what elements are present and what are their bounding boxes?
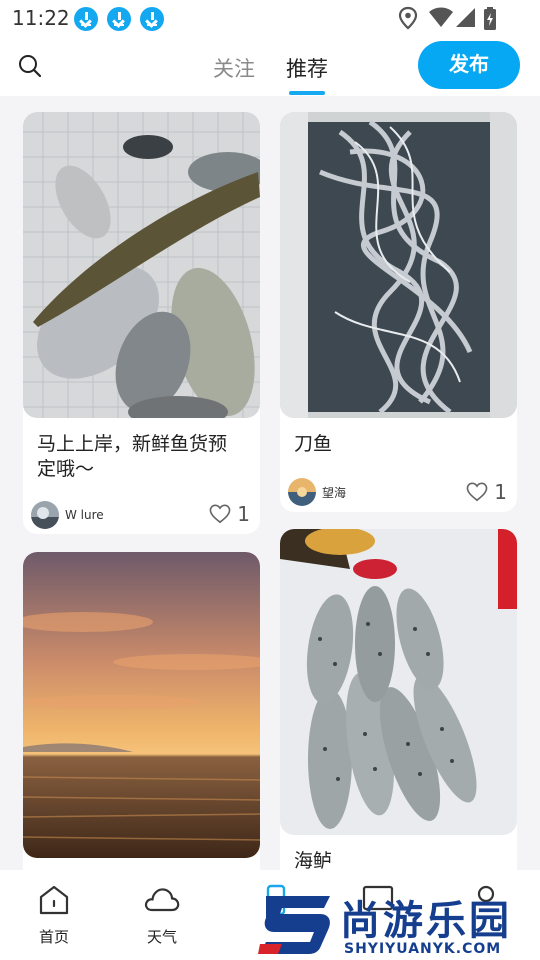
nav-label[interactable]: 天气: [132, 926, 192, 947]
card-author[interactable]: 望海: [288, 478, 346, 506]
battery-charging-icon: [484, 7, 496, 30]
nav-label[interactable]: 首页: [24, 926, 84, 947]
heart-icon[interactable]: [209, 504, 231, 524]
tab-follow[interactable]: 关注: [213, 53, 255, 83]
cloud-icon[interactable]: [143, 884, 181, 916]
feed-card[interactable]: [23, 552, 260, 882]
download-icon: [140, 7, 164, 31]
top-header: 关注 推荐 发布: [0, 38, 540, 96]
avatar[interactable]: [288, 478, 316, 506]
status-time: 11:22: [12, 6, 70, 30]
search-icon[interactable]: [18, 54, 42, 78]
feed-card[interactable]: 马上上岸，新鲜鱼货预定哦～ W lure 1: [23, 112, 260, 534]
like-button[interactable]: 1: [209, 502, 250, 526]
publish-button[interactable]: 发布: [418, 41, 520, 89]
location-icon: [398, 6, 418, 30]
like-button[interactable]: 1: [466, 480, 507, 504]
author-name[interactable]: 望海: [322, 484, 346, 501]
site-watermark: 尚游乐园 SHYIYUANYK.COM: [258, 888, 540, 960]
download-icon: [107, 7, 131, 31]
avatar[interactable]: [31, 501, 59, 529]
card-title[interactable]: 马上上岸，新鲜鱼货预定哦～: [37, 432, 245, 482]
feed-card[interactable]: 刀鱼 望海 1: [280, 112, 517, 512]
feed-card[interactable]: 海鲈: [280, 529, 517, 889]
nav-weather[interactable]: 天气: [132, 884, 192, 947]
card-image-hairtail[interactable]: [280, 112, 517, 418]
home-icon[interactable]: [37, 884, 71, 916]
watermark-logo-icon: [258, 896, 330, 954]
card-image-fish-net[interactable]: [23, 112, 260, 418]
watermark-url: SHYIYUANYK.COM: [344, 941, 502, 957]
like-count: 1: [494, 480, 507, 504]
heart-icon[interactable]: [466, 482, 488, 502]
like-count: 1: [237, 502, 250, 526]
wifi-icon: [429, 7, 453, 27]
card-author[interactable]: W lure: [31, 501, 104, 529]
download-icon: [74, 7, 98, 31]
status-bar: 11:22: [0, 0, 540, 38]
author-name[interactable]: W lure: [65, 508, 104, 522]
watermark-text: 尚游乐园: [340, 898, 512, 944]
nav-home[interactable]: 首页: [24, 884, 84, 947]
card-image-sunset[interactable]: [23, 552, 260, 858]
signal-icon: [456, 8, 475, 27]
tab-recommend[interactable]: 推荐: [286, 53, 328, 83]
active-tab-indicator: [289, 91, 325, 95]
card-image-sea-bass[interactable]: [280, 529, 517, 835]
card-title[interactable]: 刀鱼: [294, 432, 502, 457]
